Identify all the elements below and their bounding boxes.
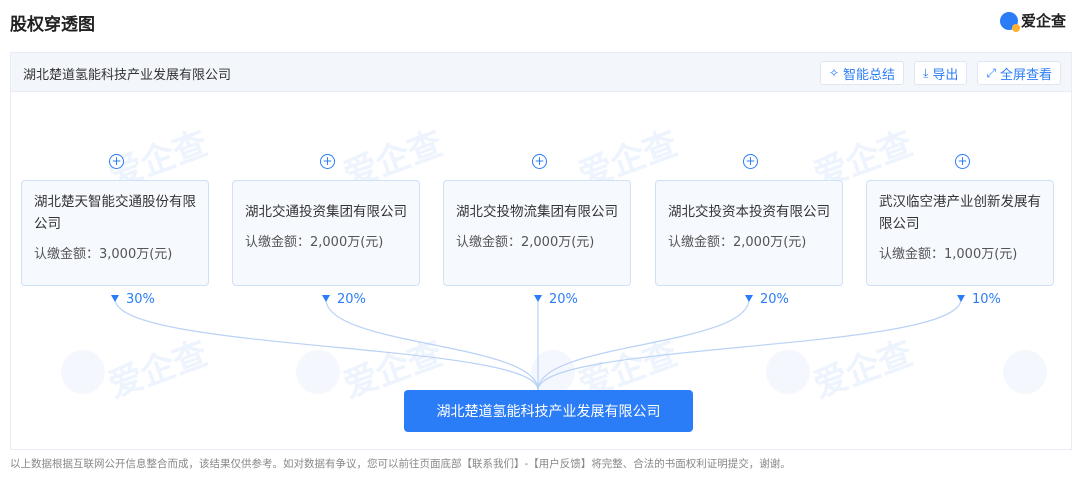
shareholder-amount: 认缴金额：2,000万(元) <box>668 235 807 250</box>
brand-logo[interactable]: 爱企查 <box>999 10 1066 32</box>
shareholder-name: 湖北交通投资集团有限公司 <box>245 204 407 220</box>
expand-plus-icon[interactable]: + <box>955 154 970 169</box>
share-percent: 20% <box>337 292 366 307</box>
shareholder-amount: 认缴金额：2,000万(元) <box>245 235 384 250</box>
share-percent: 30% <box>126 292 155 307</box>
shareholder-node[interactable]: 湖北交投资本投资有限公司 认缴金额：2,000万(元) <box>655 180 843 286</box>
shareholder-name: 湖北楚天智能交通股份有限公司 <box>34 194 196 232</box>
connector-line <box>537 298 962 391</box>
shareholder-node[interactable]: 湖北交通投资集团有限公司 认缴金额：2,000万(元) <box>232 180 420 286</box>
export-label: 导出 <box>932 67 959 83</box>
page-title: 股权穿透图 <box>10 15 95 35</box>
connector-line <box>325 298 539 391</box>
shareholder-amount: 认缴金额：1,000万(元) <box>879 247 1018 262</box>
smart-summary-button[interactable]: ✧ 智能总结 <box>819 61 905 85</box>
expand-plus-icon[interactable]: + <box>532 154 547 169</box>
fullscreen-label: 全屏查看 <box>999 67 1052 83</box>
brand-name: 爱企查 <box>1020 12 1066 30</box>
aiqicha-logo-icon <box>999 11 1020 32</box>
arrow-down-icon <box>111 295 119 302</box>
shareholder-name: 武汉临空港产业创新发展有限公司 <box>879 194 1041 232</box>
expand-plus-icon[interactable]: + <box>109 154 124 169</box>
fullscreen-button[interactable]: ⤢ 全屏查看 <box>977 61 1061 85</box>
shareholder-node[interactable]: 湖北交投物流集团有限公司 认缴金额：2,000万(元) <box>443 180 631 286</box>
equity-chart-canvas[interactable]: 爱企查 爱企查 爱企查 爱企查 爱企查 爱企查 爱企查 爱企查 + 湖北楚天智能… <box>11 92 1071 449</box>
connector-line <box>114 298 539 391</box>
panel-company-name: 湖北楚道氢能科技产业发展有限公司 <box>23 68 232 83</box>
arrow-down-icon <box>534 295 542 302</box>
toolbar: ✧ 智能总结 ⤓ 导出 ⤢ 全屏查看 <box>819 61 1061 85</box>
fullscreen-icon: ⤢ <box>986 65 996 80</box>
arrow-down-icon <box>322 295 330 302</box>
shareholder-name: 湖北交投物流集团有限公司 <box>456 204 618 220</box>
shareholder-node[interactable]: 武汉临空港产业创新发展有限公司 认缴金额：1,000万(元) <box>866 180 1054 286</box>
shareholder-amount: 认缴金额：3,000万(元) <box>34 247 173 262</box>
target-company-node[interactable]: 湖北楚道氢能科技产业发展有限公司 <box>404 390 693 432</box>
equity-panel: 湖北楚道氢能科技产业发展有限公司 ✧ 智能总结 ⤓ 导出 ⤢ 全屏查看 爱企查 … <box>10 52 1072 450</box>
sparkle-icon: ✧ <box>828 66 840 80</box>
shareholder-name: 湖北交投资本投资有限公司 <box>668 204 830 220</box>
panel-header: 湖北楚道氢能科技产业发展有限公司 ✧ 智能总结 ⤓ 导出 ⤢ 全屏查看 <box>11 53 1071 92</box>
export-button[interactable]: ⤓ 导出 <box>914 61 968 85</box>
smart-summary-label: 智能总结 <box>843 67 896 83</box>
arrow-down-icon <box>957 295 965 302</box>
expand-plus-icon[interactable]: + <box>743 154 758 169</box>
shareholder-amount: 认缴金额：2,000万(元) <box>456 235 595 250</box>
arrow-down-icon <box>745 295 753 302</box>
download-icon: ⤓ <box>923 65 929 80</box>
share-percent: 20% <box>760 292 789 307</box>
connector-line <box>537 298 750 391</box>
expand-plus-icon[interactable]: + <box>320 154 335 169</box>
disclaimer-text: 以上数据根据互联网公开信息整合而成，该结果仅供参考。如对数据有争议，您可以前往页… <box>10 458 791 470</box>
shareholder-node[interactable]: 湖北楚天智能交通股份有限公司 认缴金额：3,000万(元) <box>21 180 209 286</box>
share-percent: 20% <box>549 292 578 307</box>
share-percent: 10% <box>972 292 1001 307</box>
